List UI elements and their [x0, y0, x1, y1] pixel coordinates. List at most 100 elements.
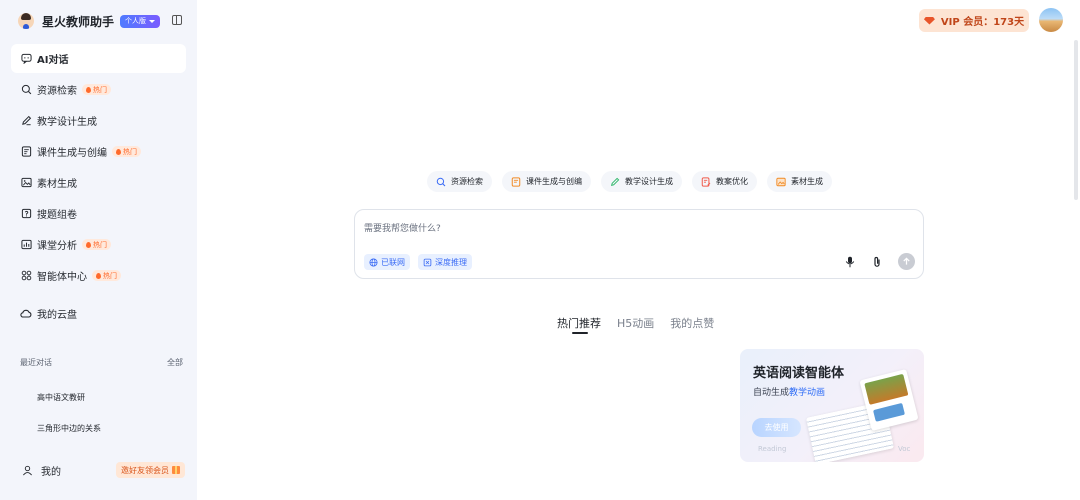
diamond-icon: [923, 16, 935, 25]
hot-badge-label: 热门: [123, 147, 137, 156]
tab-my-likes[interactable]: 我的点赞: [670, 315, 714, 331]
vip-membership-badge[interactable]: VIP 会员：173天: [919, 9, 1029, 32]
hot-badge-label: 热门: [93, 85, 107, 94]
nav-item-resource-search[interactable]: 资源检索 热门: [11, 75, 186, 104]
chat-bubble-icon: [20, 53, 32, 65]
nav-item-material[interactable]: 素材生成: [11, 168, 186, 197]
recent-conversations-header: 最近对话 全部: [20, 357, 183, 368]
flame-icon: [96, 272, 101, 279]
card-title: 英语阅读智能体: [753, 366, 845, 381]
deep-reasoning-toggle[interactable]: 深度推理: [418, 254, 472, 270]
avatar[interactable]: [1039, 8, 1063, 32]
nav-item-label: AI对话: [37, 55, 69, 66]
agent-card-english-reading[interactable]: 英语阅读智能体 自动生成教学动画 去使用 Reading Voc: [740, 349, 924, 462]
user-row: 我的 邀好友领会员: [22, 461, 185, 479]
sidebar-toggle-icon[interactable]: [172, 15, 182, 25]
flame-icon: [86, 241, 91, 248]
document-icon: [20, 146, 32, 158]
invite-label: 邀好友领会员: [121, 465, 169, 475]
chip-label: 教学设计生成: [625, 177, 673, 186]
web-search-label: 已联网: [381, 257, 405, 267]
nav-item-label: 我的云盘: [37, 310, 77, 321]
chip-courseware[interactable]: 课件生成与创编: [502, 171, 591, 192]
image-icon: [20, 177, 32, 189]
flame-icon: [116, 148, 121, 155]
hot-badge-label: 热门: [93, 240, 107, 249]
chevron-down-icon: [149, 19, 156, 23]
chat-input-box[interactable]: 需要我帮您做什么? 已联网 深度推理: [354, 209, 924, 279]
search-icon: [436, 177, 446, 187]
nav-item-label: 课堂分析: [37, 241, 77, 252]
edition-label: 个人版: [125, 17, 147, 25]
chip-label: 资源检索: [451, 177, 483, 186]
vip-label: VIP 会员：173天: [940, 17, 1025, 28]
attachment-icon[interactable]: [871, 256, 883, 268]
image-icon: [776, 177, 786, 187]
nav-item-cloud-drive[interactable]: 我的云盘: [11, 299, 186, 328]
nav-item-label: 教学设计生成: [37, 117, 97, 128]
nav-item-label: 课件生成与创编: [37, 148, 107, 159]
nav-menu: AI对话 资源检索 热门 教学设计生成 课件生成与创编 热门 素材生成 搜题组卷…: [11, 44, 186, 330]
use-now-button[interactable]: 去使用: [752, 418, 801, 437]
chip-label: 素材生成: [791, 177, 823, 186]
tab-hot-recommend[interactable]: 热门推荐: [557, 315, 601, 334]
recent-conversation-item[interactable]: 三角形中边的关系: [37, 423, 101, 434]
chat-input-placeholder[interactable]: 需要我帮您做什么?: [364, 221, 441, 234]
nav-item-courseware[interactable]: 课件生成与创编 热门: [11, 137, 186, 166]
chip-label: 教案优化: [716, 177, 748, 186]
nav-item-quiz[interactable]: 搜题组卷: [11, 199, 186, 228]
card-subtitle-prefix: 自动生成: [753, 388, 790, 398]
arrow-up-icon: [903, 257, 910, 265]
nav-item-ai-chat[interactable]: AI对话: [11, 44, 186, 73]
user-icon: [23, 465, 32, 475]
recent-heading: 最近对话: [20, 358, 52, 367]
nav-item-class-analysis[interactable]: 课堂分析 热门: [11, 230, 186, 259]
chip-plan-optimize[interactable]: 教案优化: [692, 171, 757, 192]
search-icon: [20, 84, 32, 96]
app-logo: [18, 13, 34, 29]
document-icon: [511, 176, 521, 187]
cloud-icon: [20, 308, 32, 320]
content-tabs: 热门推荐 H5动画 我的点赞: [557, 315, 714, 334]
send-button[interactable]: [898, 253, 915, 270]
chip-lesson-design[interactable]: 教学设计生成: [601, 171, 682, 192]
analytics-icon: [20, 239, 32, 251]
chip-label: 课件生成与创编: [526, 177, 582, 186]
hot-badge: 热门: [82, 239, 111, 250]
invite-friends-button[interactable]: 邀好友领会员: [116, 462, 185, 478]
pen-icon: [610, 177, 620, 187]
edit-doc-icon: [701, 176, 711, 187]
tab-h5-animation[interactable]: H5动画: [617, 315, 654, 331]
hot-badge: 热门: [82, 84, 111, 95]
agents-icon: [20, 270, 32, 282]
my-account[interactable]: 我的: [22, 463, 61, 478]
chip-material[interactable]: 素材生成: [767, 171, 832, 192]
deep-reasoning-label: 深度推理: [435, 257, 467, 267]
nav-item-label: 资源检索: [37, 86, 77, 97]
web-search-toggle[interactable]: 已联网: [364, 254, 410, 270]
hot-badge: 热门: [112, 146, 141, 157]
reasoning-icon: [423, 258, 432, 266]
edition-selector[interactable]: 个人版: [120, 14, 161, 28]
microphone-icon[interactable]: [844, 256, 856, 268]
my-account-label: 我的: [41, 466, 61, 478]
nav-item-label: 智能体中心: [37, 272, 87, 283]
scrollbar[interactable]: [1074, 40, 1078, 200]
card-faint-text: Reading: [758, 445, 787, 453]
brand[interactable]: 星火教师助手 个人版: [18, 10, 161, 32]
card-subtitle: 自动生成教学动画: [753, 385, 825, 398]
chip-resource-search[interactable]: 资源检索: [427, 171, 492, 192]
nav-item-agent-center[interactable]: 智能体中心 热门: [11, 261, 186, 290]
nav-item-label: 搜题组卷: [37, 210, 77, 221]
view-all-link[interactable]: 全部: [167, 357, 183, 368]
card-subtitle-highlight: 教学动画: [789, 388, 826, 398]
nav-item-lesson-design[interactable]: 教学设计生成: [11, 106, 186, 135]
quiz-icon: [20, 208, 32, 220]
nav-item-label: 素材生成: [37, 179, 77, 190]
recent-conversation-item[interactable]: 高中语文教研: [37, 392, 85, 403]
flame-icon: [86, 86, 91, 93]
globe-icon: [369, 257, 378, 267]
quick-actions: 资源检索 课件生成与创编 教学设计生成 教案优化 素材生成: [427, 171, 832, 192]
gift-icon: [172, 466, 180, 474]
hot-badge: 热门: [92, 270, 121, 281]
